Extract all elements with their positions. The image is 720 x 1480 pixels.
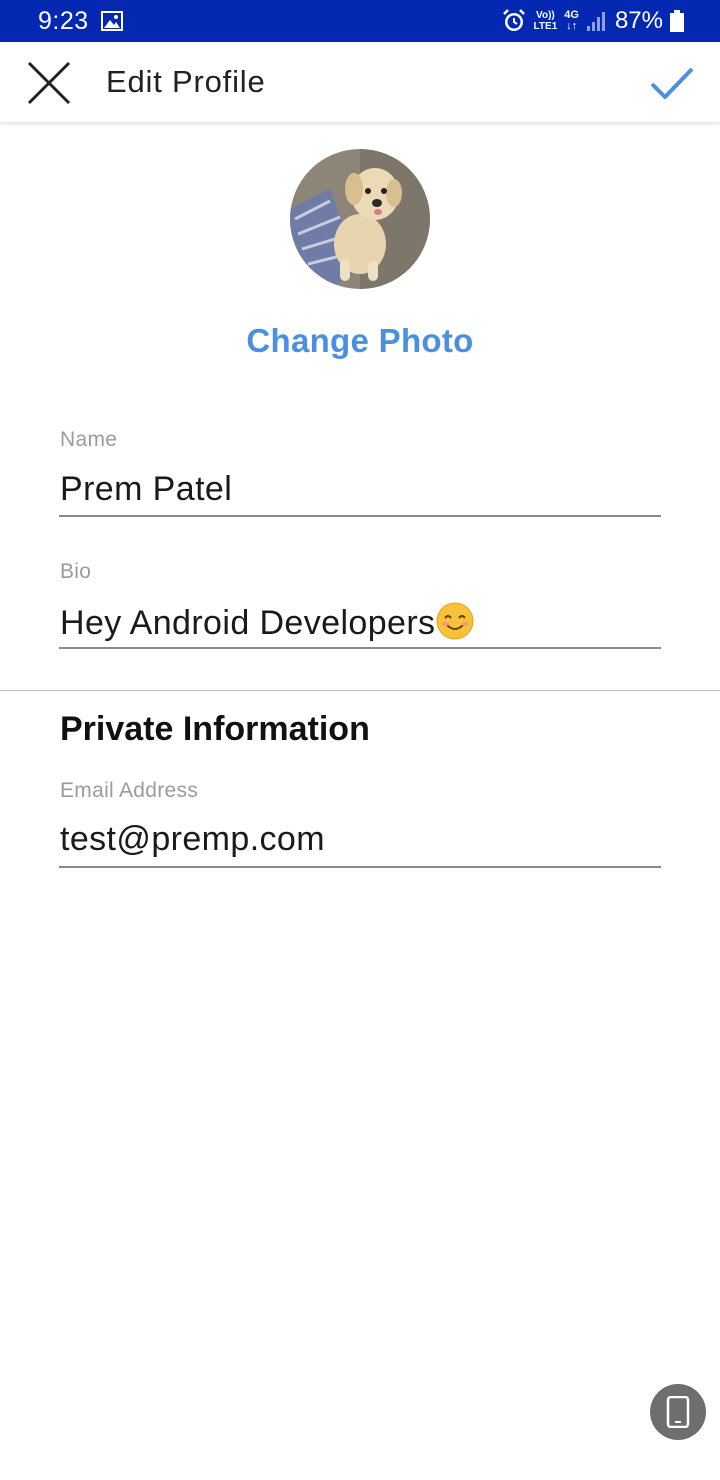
signal-icon bbox=[586, 12, 605, 31]
email-value: test@premp.com bbox=[60, 820, 325, 858]
phone-icon bbox=[666, 1396, 690, 1428]
battery-percent: 87% bbox=[614, 7, 663, 34]
bio-label: Bio bbox=[60, 560, 92, 583]
check-icon bbox=[650, 67, 694, 99]
volte-top: Vo)) bbox=[536, 10, 555, 21]
battery-icon bbox=[670, 10, 684, 32]
status-icons: Vo)) LTE1 4G ↓↑ 87% bbox=[501, 6, 684, 36]
dog-photo bbox=[290, 149, 430, 289]
bio-value: Hey Android Developers bbox=[60, 604, 436, 642]
private-information-title: Private Information bbox=[60, 710, 370, 748]
status-bar: 9:23 Vo)) LTE1 4G ↓↑ 87% bbox=[0, 0, 720, 42]
bio-underline bbox=[59, 647, 661, 649]
confirm-button[interactable] bbox=[648, 60, 696, 106]
bio-field[interactable]: Hey Android Developers bbox=[60, 602, 474, 643]
email-field[interactable]: test@premp.com bbox=[60, 820, 325, 859]
app-bar: Edit Profile bbox=[0, 42, 720, 122]
email-underline bbox=[59, 866, 661, 868]
email-label: Email Address bbox=[60, 779, 199, 802]
volte-bottom: LTE1 bbox=[533, 21, 558, 32]
close-button[interactable] bbox=[25, 59, 73, 107]
volte-indicator: Vo)) LTE1 bbox=[534, 10, 558, 32]
floating-phone-button[interactable] bbox=[650, 1384, 706, 1440]
avatar[interactable] bbox=[290, 149, 430, 289]
section-divider bbox=[0, 690, 720, 691]
smiling-face-icon bbox=[436, 602, 474, 640]
close-icon bbox=[27, 61, 71, 105]
change-photo-button[interactable]: Change Photo bbox=[0, 322, 720, 360]
name-field[interactable]: Prem Patel bbox=[60, 470, 232, 509]
network-arrows: ↓↑ bbox=[566, 20, 578, 32]
name-value: Prem Patel bbox=[60, 470, 233, 508]
name-label: Name bbox=[60, 428, 118, 451]
alarm-icon bbox=[502, 9, 525, 31]
page-title: Edit Profile bbox=[106, 64, 266, 99]
gallery-icon bbox=[101, 11, 123, 31]
name-underline bbox=[59, 515, 661, 517]
status-time: 9:23 bbox=[38, 7, 89, 35]
network-indicator: 4G ↓↑ bbox=[564, 10, 579, 32]
